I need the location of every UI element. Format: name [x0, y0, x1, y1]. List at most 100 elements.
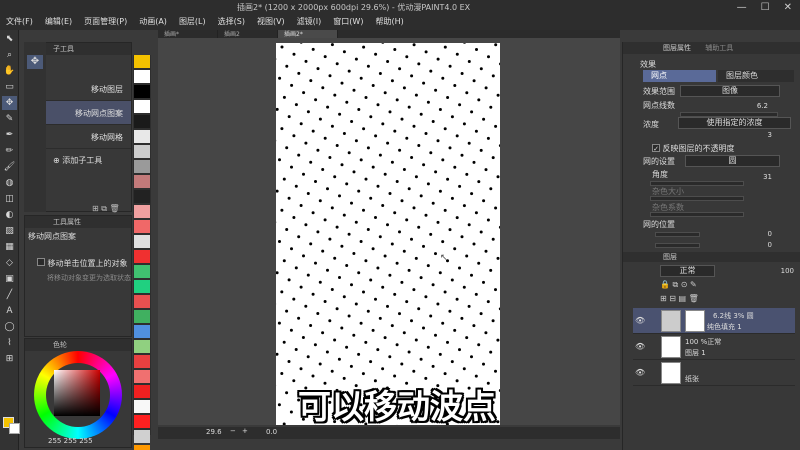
tab-layer-property[interactable]: 图层属性	[663, 44, 691, 52]
checkbox-checked-icon[interactable]: ✓	[652, 144, 660, 153]
menu-help[interactable]: 帮助(H)	[369, 16, 409, 27]
color-swatch[interactable]	[134, 250, 150, 263]
menu-edit[interactable]: 编辑(E)	[39, 16, 78, 27]
color-swatch[interactable]	[134, 355, 150, 368]
text-tool-icon[interactable]: A	[2, 304, 17, 318]
layer-row-tone[interactable]: 👁 6.2线 3% 圆 纯色填充 1	[633, 308, 795, 334]
color-swatch[interactable]	[134, 235, 150, 248]
menu-select[interactable]: 选择(S)	[212, 16, 251, 27]
option-click-target[interactable]: 移动单击位置上的对象	[37, 258, 128, 269]
density-value[interactable]: 3	[750, 131, 772, 139]
menu-layer[interactable]: 图层(L)	[173, 16, 212, 27]
menu-page[interactable]: 页面管理(P)	[78, 16, 133, 27]
density-dropdown[interactable]: 使用指定的浓度	[678, 117, 791, 129]
range-dropdown[interactable]: 图像	[680, 85, 780, 97]
minimize-icon[interactable]: —	[737, 2, 747, 13]
angle-value[interactable]: 31	[752, 173, 772, 181]
settings-dropdown[interactable]: 圆	[685, 155, 780, 167]
new-icon[interactable]: ⊞	[92, 204, 99, 213]
frame-tool-icon[interactable]: ▣	[2, 272, 17, 286]
checkbox-icon[interactable]	[37, 258, 45, 266]
close-icon[interactable]: ✕	[784, 2, 792, 13]
tab-layers[interactable]: 图层	[663, 253, 677, 261]
color-swatch[interactable]	[134, 160, 150, 173]
color-swatch[interactable]	[134, 370, 150, 383]
color-swatch[interactable]	[134, 340, 150, 353]
airbrush-tool-icon[interactable]: ◍	[2, 176, 17, 190]
pos-y-value[interactable]: 0	[760, 241, 772, 249]
trash-icon[interactable]: 🗑	[110, 204, 120, 213]
zoom-tool-icon[interactable]: ⌕	[2, 48, 17, 62]
lock-icon[interactable]: 🔒	[660, 280, 670, 289]
color-swatch[interactable]	[134, 175, 150, 188]
opacity-value[interactable]: 100	[774, 267, 794, 275]
draft-icon[interactable]: ✎	[690, 280, 697, 289]
color-swatch[interactable]	[134, 190, 150, 203]
hand-tool-icon[interactable]: ✋	[2, 64, 17, 78]
ref-icon[interactable]: ⊙	[681, 280, 688, 289]
clip-icon[interactable]: ⧉	[673, 280, 679, 289]
new-vector-icon[interactable]: ⊟	[669, 294, 676, 303]
zoom-out-icon[interactable]: −	[230, 427, 236, 435]
folder-icon[interactable]: ▤	[679, 294, 687, 303]
move-tool-icon[interactable]: ✥	[27, 55, 43, 69]
color-swatch[interactable]	[134, 85, 150, 98]
color-swatch[interactable]	[134, 295, 150, 308]
color-swatch[interactable]	[134, 430, 150, 443]
menu-file[interactable]: 文件(F)	[0, 16, 39, 27]
menu-view[interactable]: 视图(V)	[251, 16, 291, 27]
effect-tone-button[interactable]: 网点	[643, 70, 716, 82]
canvas-paper[interactable]	[276, 43, 500, 425]
pencil-tool-icon[interactable]: ✏	[2, 144, 17, 158]
correction-tool-icon[interactable]: ⊞	[2, 352, 17, 366]
color-swatch[interactable]	[134, 55, 150, 68]
eyedropper-tool-icon[interactable]: ✎	[2, 112, 17, 126]
move-tool-icon[interactable]: ✥	[2, 96, 17, 110]
color-swatch[interactable]	[134, 280, 150, 293]
saturation-value-square[interactable]	[54, 370, 100, 416]
color-swatch[interactable]	[134, 325, 150, 338]
color-swatch[interactable]	[134, 415, 150, 428]
eye-icon[interactable]: 👁	[635, 316, 645, 325]
color-swatch[interactable]	[134, 100, 150, 113]
color-swatch[interactable]	[134, 70, 150, 83]
menu-window[interactable]: 窗口(W)	[327, 16, 369, 27]
color-swatch[interactable]	[134, 400, 150, 413]
color-swatch[interactable]	[134, 265, 150, 278]
copy-icon[interactable]: ⧉	[101, 204, 107, 213]
menu-animation[interactable]: 动画(A)	[133, 16, 173, 27]
maximize-icon[interactable]: ☐	[761, 2, 770, 13]
line-tool-icon[interactable]: ⌇	[2, 336, 17, 350]
color-swatch[interactable]	[134, 310, 150, 323]
trash-icon[interactable]: 🗑	[689, 294, 699, 303]
color-swatch[interactable]	[134, 220, 150, 233]
balloon-tool-icon[interactable]: ◯	[2, 320, 17, 334]
effect-layer-color-button[interactable]: 图层颜色	[718, 70, 794, 82]
layer-row-paper[interactable]: 👁 纸张	[633, 360, 795, 386]
pointer-tool-icon[interactable]: ⬉	[2, 32, 17, 46]
fill-tool-icon[interactable]: ▨	[2, 224, 17, 238]
eye-icon[interactable]: 👁	[635, 368, 645, 377]
new-layer-icon[interactable]: ⊞	[660, 294, 667, 303]
eraser-tool-icon[interactable]: ◫	[2, 192, 17, 206]
zoom-value[interactable]: 29.6	[206, 428, 222, 436]
pos-y-slider[interactable]	[655, 243, 700, 248]
noise-coef-slider[interactable]	[650, 212, 744, 217]
brush-tool-icon[interactable]: 🖌	[2, 160, 17, 174]
ruler-tool-icon[interactable]: ╱	[2, 288, 17, 302]
eye-icon[interactable]: 👁	[635, 342, 645, 351]
noise-size-slider[interactable]	[650, 196, 744, 201]
blend-mode-dropdown[interactable]: 正常	[660, 265, 715, 277]
color-swatch[interactable]	[134, 205, 150, 218]
menu-filter[interactable]: 滤镜(I)	[291, 16, 328, 27]
color-swatch[interactable]	[134, 145, 150, 158]
figure-tool-icon[interactable]: ◇	[2, 256, 17, 270]
angle-value[interactable]: 0.0	[266, 428, 277, 436]
layer-row-layer1[interactable]: 👁 100 %正常 图层 1	[633, 334, 795, 360]
lines-value[interactable]: 6.2	[740, 102, 768, 110]
zoom-in-icon[interactable]: +	[242, 427, 248, 435]
blend-tool-icon[interactable]: ◐	[2, 208, 17, 222]
selection-tool-icon[interactable]: ▭	[2, 80, 17, 94]
add-subtool-button[interactable]: ⊕ 添加子工具	[53, 155, 102, 166]
tab-assist-tool[interactable]: 辅助工具	[705, 44, 733, 52]
